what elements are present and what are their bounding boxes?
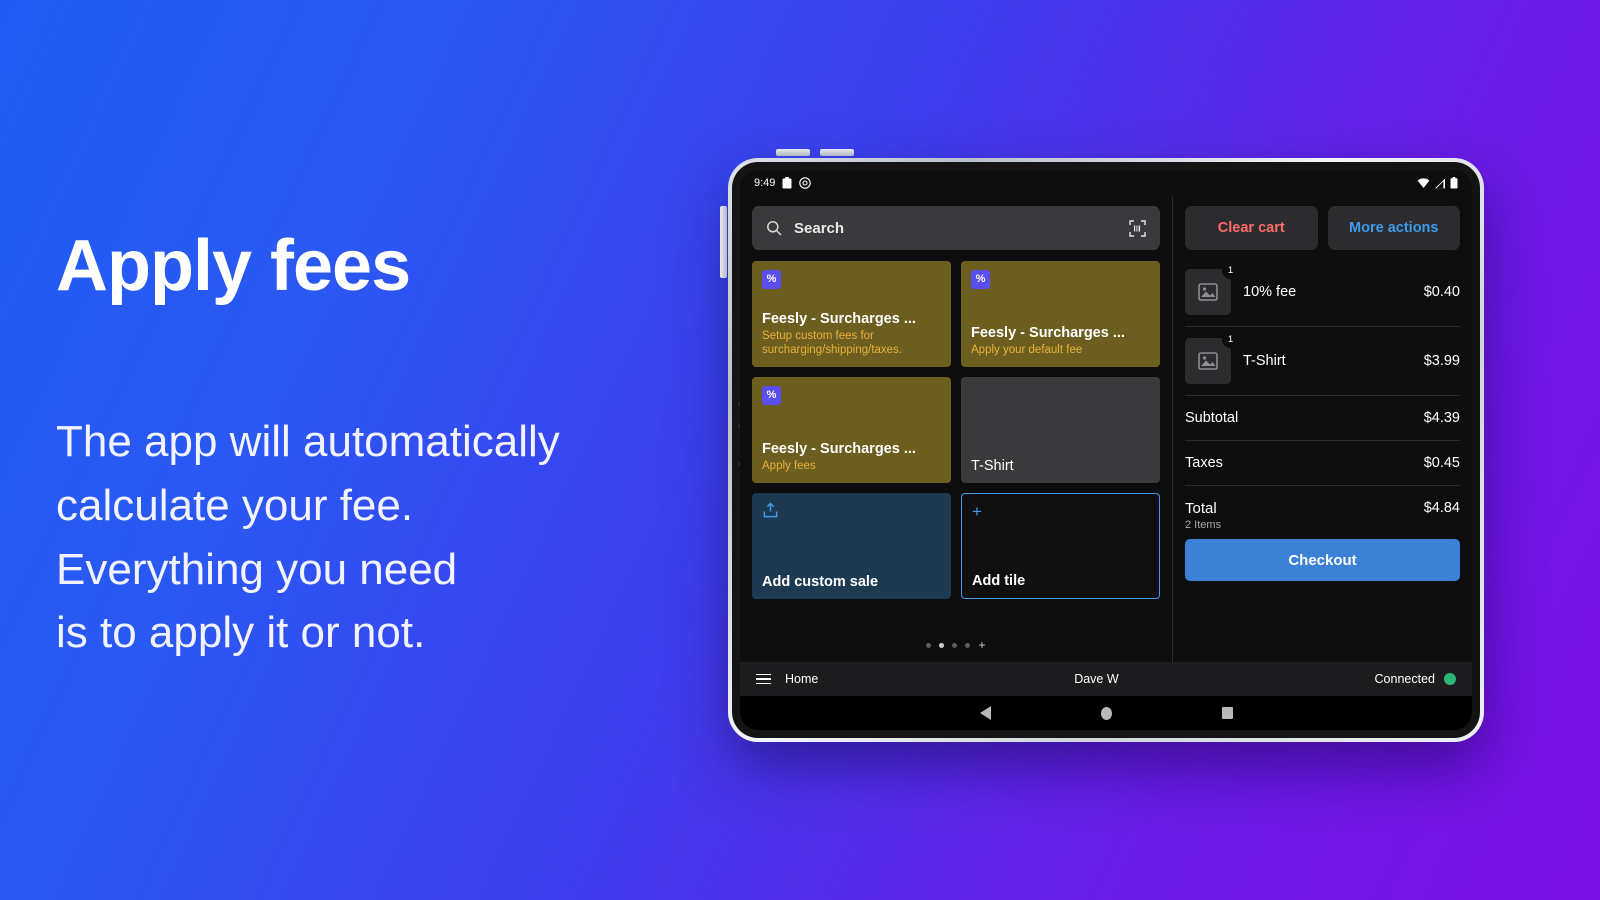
add-custom-sale-tile[interactable]: Add custom sale bbox=[752, 493, 951, 599]
product-tile[interactable]: % Feesly - Surcharges ... Apply fees bbox=[752, 377, 951, 483]
barcode-scan-icon[interactable] bbox=[1129, 219, 1146, 237]
device-side-button[interactable] bbox=[720, 206, 727, 278]
home-circle-icon[interactable] bbox=[1100, 706, 1112, 720]
percent-badge-icon: % bbox=[762, 270, 781, 289]
search-input[interactable]: Search bbox=[794, 220, 1117, 237]
marketing-body-line: Everything you need bbox=[56, 544, 458, 594]
clipboard-icon bbox=[782, 177, 792, 189]
total-value: $4.84 bbox=[1423, 500, 1460, 516]
cart-actions: Clear cart More actions bbox=[1185, 206, 1460, 250]
marketing-body-line: is to apply it or not. bbox=[56, 608, 426, 658]
tablet-device: 9:49 Search % Feesly - Surcharges ... Se… bbox=[720, 149, 1484, 742]
current-user-label: Dave W bbox=[1074, 672, 1119, 686]
page-dot[interactable] bbox=[965, 642, 971, 648]
catalog-pane: Search % Feesly - Surcharges ... Setup c… bbox=[740, 196, 1172, 662]
tablet-bezel: 9:49 Search % Feesly - Surcharges ... Se… bbox=[732, 162, 1480, 738]
status-time: 9:49 bbox=[754, 177, 776, 189]
percent-badge-icon: % bbox=[762, 386, 781, 405]
subtotal-row: Subtotal $4.39 bbox=[1185, 396, 1460, 441]
tablet-screen: 9:49 Search % Feesly - Surcharges ... Se… bbox=[740, 170, 1472, 730]
do-not-disturb-icon bbox=[799, 177, 812, 189]
marketing-copy: Apply fees The app will automatically ca… bbox=[56, 230, 716, 665]
cart-line-item[interactable]: 1 T-Shirt $3.99 bbox=[1185, 327, 1460, 396]
item-thumbnail: 1 bbox=[1185, 331, 1239, 384]
wifi-icon bbox=[1417, 177, 1430, 188]
subtotal-value: $4.39 bbox=[1423, 410, 1460, 426]
upload-icon bbox=[763, 502, 778, 518]
cart-pane: Clear cart More actions 1 10% fee $0.40 … bbox=[1172, 196, 1472, 662]
item-name: T-Shirt bbox=[1243, 353, 1286, 369]
page-indicator[interactable]: + bbox=[752, 627, 1160, 662]
status-bar: 9:49 bbox=[740, 170, 1472, 196]
taxes-value: $0.45 bbox=[1423, 455, 1460, 471]
tile-subtitle: Apply your default fee bbox=[971, 344, 1083, 357]
tile-title: Add custom sale bbox=[762, 574, 879, 590]
clear-cart-button[interactable]: Clear cart bbox=[1185, 206, 1318, 250]
tile-subtitle: Setup custom fees for surcharging/shippi… bbox=[762, 329, 902, 357]
percent-badge-icon: % bbox=[971, 270, 990, 289]
status-badge bbox=[1444, 673, 1456, 685]
product-tile[interactable]: % Feesly - Surcharges ... Apply your def… bbox=[961, 261, 1160, 367]
taxes-row: Taxes $0.45 bbox=[1185, 441, 1460, 486]
tile-title: Add tile bbox=[972, 573, 1026, 589]
cart-line-item[interactable]: 1 10% fee $0.40 bbox=[1185, 258, 1460, 327]
item-price: $0.40 bbox=[1423, 284, 1460, 300]
tile-title: T-Shirt bbox=[971, 458, 1014, 474]
more-actions-button[interactable]: More actions bbox=[1327, 206, 1460, 250]
product-tile[interactable]: T-Shirt bbox=[961, 377, 1160, 483]
product-tile-grid: % Feesly - Surcharges ... Setup custom f… bbox=[752, 261, 1160, 599]
cart-line-items: 1 10% fee $0.40 1 T-Shirt $3.99 bbox=[1185, 258, 1460, 396]
item-name: 10% fee bbox=[1243, 284, 1297, 300]
tile-subtitle: Apply fees bbox=[762, 460, 816, 473]
marketing-body-line: The app will automatically bbox=[56, 417, 560, 466]
battery-icon bbox=[1450, 177, 1458, 189]
checkout-button[interactable]: Checkout bbox=[1185, 539, 1460, 581]
tile-title: Feesly - Surcharges ... bbox=[762, 441, 916, 458]
tile-title: Feesly - Surcharges ... bbox=[971, 325, 1125, 342]
device-volume-button[interactable] bbox=[776, 149, 810, 156]
tile-title: Feesly - Surcharges ... bbox=[762, 310, 916, 327]
marketing-body: The app will automatically calculate you… bbox=[56, 410, 716, 665]
hamburger-menu-icon[interactable] bbox=[756, 673, 771, 685]
item-price: $3.99 bbox=[1423, 353, 1460, 369]
add-tile-button[interactable]: + Add tile bbox=[961, 493, 1160, 599]
image-placeholder-icon bbox=[1198, 283, 1218, 301]
page-title: Apply fees bbox=[56, 226, 411, 306]
cellular-signal-icon bbox=[1435, 178, 1445, 188]
item-thumbnail: 1 bbox=[1185, 262, 1239, 315]
home-label[interactable]: Home bbox=[785, 672, 818, 686]
back-triangle-icon[interactable] bbox=[979, 706, 991, 720]
bottom-app-bar: Home Dave W Connected bbox=[740, 662, 1472, 696]
total-item-count: 2 Items bbox=[1185, 519, 1222, 531]
image-placeholder-icon bbox=[1198, 352, 1218, 370]
product-tile[interactable]: % Feesly - Surcharges ... Setup custom f… bbox=[752, 261, 951, 367]
item-quantity-badge: 1 bbox=[1222, 262, 1239, 279]
app-content: Search % Feesly - Surcharges ... Setup c… bbox=[740, 196, 1472, 662]
android-nav-bar bbox=[740, 696, 1472, 730]
taxes-label: Taxes bbox=[1185, 455, 1223, 471]
plus-icon: + bbox=[972, 502, 982, 521]
search-bar[interactable]: Search bbox=[752, 206, 1160, 250]
search-icon bbox=[767, 221, 782, 236]
marketing-body-line: calculate your fee. bbox=[56, 480, 414, 530]
page-dot[interactable] bbox=[952, 642, 958, 648]
subtotal-label: Subtotal bbox=[1185, 410, 1239, 426]
add-page-icon[interactable]: + bbox=[978, 639, 985, 651]
item-quantity-badge: 1 bbox=[1222, 331, 1239, 348]
connection-status-label: Connected bbox=[1374, 672, 1435, 686]
recents-square-icon[interactable] bbox=[1221, 707, 1233, 719]
device-power-button[interactable] bbox=[820, 149, 854, 156]
page-dot[interactable] bbox=[926, 642, 932, 648]
total-label: Total bbox=[1185, 500, 1217, 517]
page-dot-active[interactable] bbox=[939, 642, 945, 648]
total-row: Total 2 Items $4.84 bbox=[1185, 486, 1460, 539]
